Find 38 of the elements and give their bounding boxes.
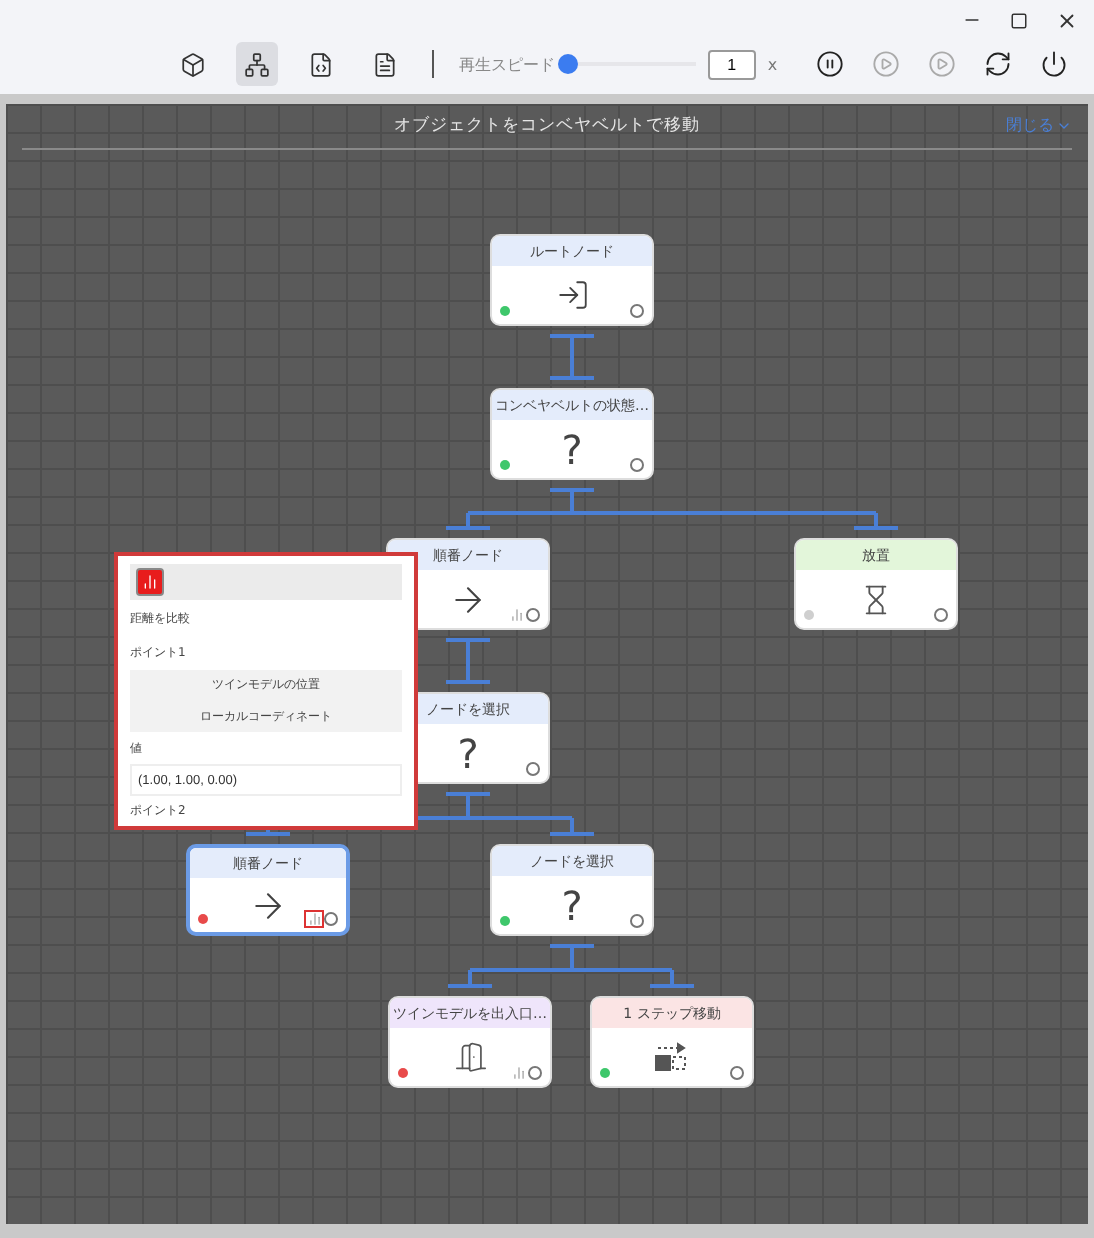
close-icon[interactable] (1056, 9, 1078, 31)
maximize-icon[interactable] (1010, 11, 1028, 29)
canvas-title: オブジェクトをコンベヤベルトで移動 (394, 114, 700, 138)
hierarchy-tab[interactable] (235, 42, 278, 86)
port-icon (526, 762, 540, 776)
port-icon (630, 304, 644, 318)
step-move-icon (654, 1041, 690, 1073)
document-icon (371, 51, 398, 77)
play-icon (928, 50, 957, 78)
step-icon (872, 50, 901, 78)
tree-connector (446, 638, 490, 684)
pause-button[interactable] (813, 46, 848, 82)
port-icon (526, 608, 540, 622)
hierarchy-icon (243, 51, 270, 77)
enter-icon (555, 278, 589, 312)
reset-icon (984, 50, 1013, 78)
node-type-button[interactable] (136, 568, 164, 596)
speed-unit: x (767, 55, 778, 73)
port-icon (934, 608, 948, 622)
port-icon (730, 1066, 744, 1080)
question-symbol: ? (561, 885, 583, 925)
chart-icon (142, 574, 158, 590)
port-icon (630, 458, 644, 472)
question-symbol: ? (457, 733, 479, 773)
door-icon (453, 1040, 487, 1074)
cube-icon (179, 51, 206, 77)
speed-input[interactable]: 1 (707, 49, 756, 79)
port-icon (324, 912, 338, 926)
speed-label: 再生スピード (458, 53, 555, 75)
hourglass-icon (860, 583, 892, 615)
tree-connector (550, 334, 594, 380)
power-icon (1040, 50, 1069, 78)
port-icon (528, 1066, 542, 1080)
port-icon (630, 914, 644, 928)
question-symbol: ? (561, 429, 583, 469)
code-file-icon (307, 51, 334, 77)
slider-thumb[interactable] (558, 54, 579, 74)
pause-icon (816, 50, 845, 78)
